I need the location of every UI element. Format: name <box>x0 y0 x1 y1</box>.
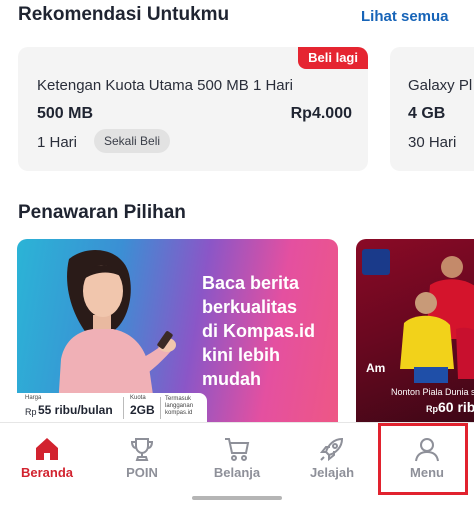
see-all-link[interactable]: Lihat semua <box>361 8 449 25</box>
buy-again-badge: Beli lagi <box>298 47 368 69</box>
banner-text: Am <box>366 361 386 375</box>
quota-value: 2GB <box>130 403 155 417</box>
banner-caption: Nonton Piala Dunia sa <box>391 387 474 397</box>
one-time-chip: Sekali Beli <box>94 129 171 153</box>
nav-label: Belanja <box>213 465 261 480</box>
menu-highlight-box <box>378 423 468 495</box>
headline-line: di Kompas.id <box>202 321 316 341</box>
home-indicator[interactable] <box>192 496 282 500</box>
kompas-promo-banner[interactable]: Baca berita berkualitas di Kompas.id kin… <box>17 239 338 423</box>
home-icon <box>36 438 58 460</box>
headline-line: berkualitas <box>202 297 298 317</box>
price-strip: Harga Rp 55 ribu/bulan Kuota 2GB Termasu… <box>17 393 207 423</box>
banner-price: Rp60 ribu <box>426 399 474 415</box>
divider <box>123 397 124 419</box>
price-prefix: Rp <box>426 404 438 414</box>
package-size: 500 MB <box>37 105 94 122</box>
price-value: 60 ribu <box>438 399 474 415</box>
nav-item-jelajah[interactable]: Jelajah <box>285 423 379 495</box>
divider <box>160 397 161 419</box>
nav-item-poin[interactable]: POIN <box>95 423 189 495</box>
headline-line: mudah <box>202 369 262 389</box>
promo-headline: Baca berita berkualitas di Kompas.id kin… <box>202 271 337 391</box>
headline-line: Baca berita <box>202 273 300 293</box>
nav-label: Beranda <box>20 465 74 480</box>
package-price: Rp4.000 <box>290 105 352 122</box>
cart-icon <box>225 438 250 461</box>
price-label: Harga <box>25 395 42 401</box>
package-size: 4 GB <box>408 105 446 122</box>
nav-label: POIN <box>126 465 158 480</box>
package-name: Ketengan Kuota Utama 500 MB 1 Hari <box>37 77 293 94</box>
headline-line: kini lebih <box>202 345 281 365</box>
package-duration: 30 Hari <box>408 134 457 151</box>
rocket-icon <box>319 437 344 462</box>
price-prefix: Rp <box>25 407 37 417</box>
note-text: Termasuk langganan kompas.id <box>165 396 194 416</box>
offers-title: Penawaran Pilihan <box>18 202 186 223</box>
price-value: 55 ribu/bulan <box>38 403 113 417</box>
package-name: Galaxy Pl <box>408 77 473 94</box>
rec-title: Rekomendasi Untukmu <box>18 4 230 25</box>
nav-item-beranda[interactable]: Beranda <box>0 423 94 495</box>
trophy-icon <box>130 438 154 461</box>
world-cup-promo-banner[interactable]: Am Nonton Piala Dunia sa Rp60 ribu <box>356 239 474 423</box>
package-card[interactable]: Beli lagi Ketengan Kuota Utama 500 MB 1 … <box>18 47 368 171</box>
package-card[interactable]: Galaxy Pl 4 GB 30 Hari <box>390 47 474 171</box>
nav-label: Jelajah <box>309 465 355 480</box>
quota-label: Kuota <box>130 395 146 401</box>
package-duration: 1 Hari <box>37 134 78 151</box>
nav-item-belanja[interactable]: Belanja <box>190 423 284 495</box>
